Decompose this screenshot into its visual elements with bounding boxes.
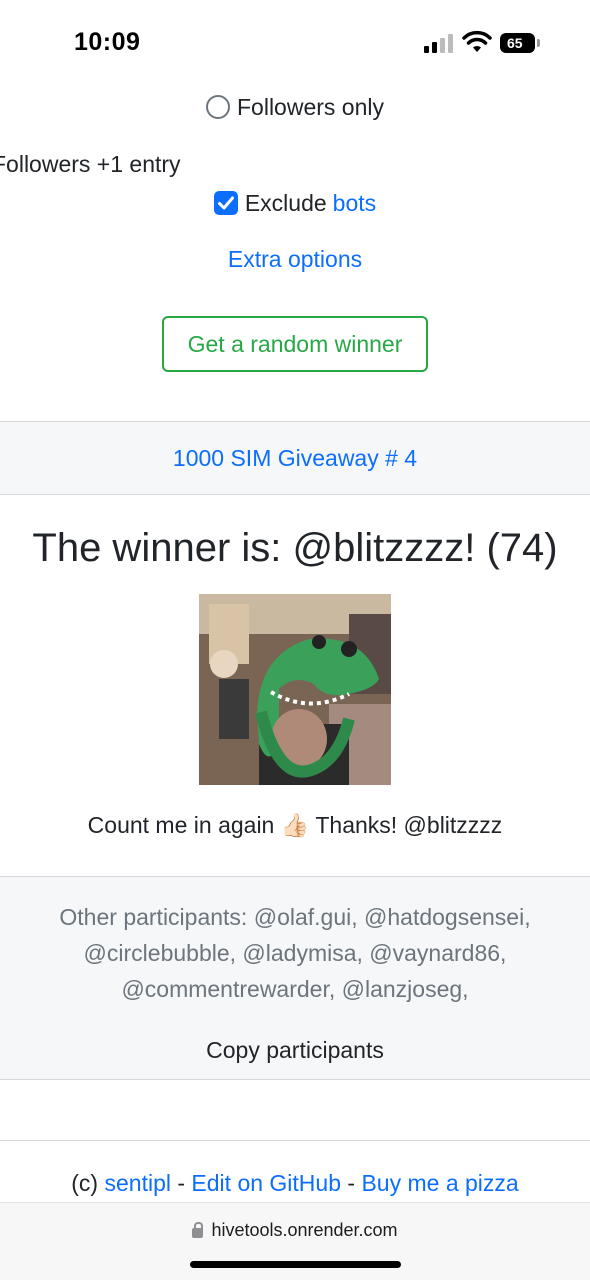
url-text: hivetools.onrender.com xyxy=(211,1220,398,1240)
footer: (c) sentipl - Edit on GitHub - Buy me a … xyxy=(0,1170,590,1197)
giveaway-header: 1000 SIM Giveaway # 4 xyxy=(0,421,590,495)
winner-comment: Count me in again 👍🏻 Thanks! @blitzzzz xyxy=(87,812,503,838)
winner-avatar xyxy=(199,594,391,785)
followers-entry-option[interactable]: Followers +1 entry xyxy=(0,151,181,178)
exclude-label: Exclude xyxy=(244,189,327,216)
followers-only-option[interactable]: Followers only xyxy=(0,90,590,124)
followers-only-label: Followers only xyxy=(237,93,384,120)
copyright-prefix: (c) xyxy=(71,1170,99,1196)
lock-icon xyxy=(192,1221,204,1238)
buy-pizza-link[interactable]: Buy me a pizza xyxy=(361,1170,518,1196)
radio-button[interactable] xyxy=(206,95,230,119)
battery-icon: 65 xyxy=(500,33,540,53)
footer-separator: - xyxy=(347,1170,356,1196)
home-indicator[interactable] xyxy=(190,1261,401,1268)
divider xyxy=(0,1140,590,1141)
extra-options-link[interactable]: Extra options xyxy=(0,246,590,273)
winner-heading: The winner is: @blitzzzz! (74) xyxy=(32,526,558,570)
participants-section: Other participants: @olaf.gui, @hatdogse… xyxy=(0,876,590,1022)
giveaway-title-link[interactable]: 1000 SIM Giveaway # 4 xyxy=(173,445,417,472)
bots-link[interactable]: bots xyxy=(333,190,376,217)
exclude-bots-option[interactable]: Exclude bots xyxy=(0,186,590,220)
get-random-winner-button[interactable]: Get a random winner xyxy=(162,316,428,372)
url-field[interactable]: hivetools.onrender.com xyxy=(0,1220,590,1241)
status-time: 10:09 xyxy=(74,28,141,56)
copy-participants-button[interactable]: Copy participants xyxy=(0,1022,590,1080)
browser-address-bar xyxy=(0,1202,590,1280)
edit-on-github-link[interactable]: Edit on GitHub xyxy=(191,1170,341,1196)
footer-separator: - xyxy=(177,1170,186,1196)
battery-level: 65 xyxy=(500,33,535,53)
wifi-icon xyxy=(462,30,492,54)
author-link[interactable]: sentipl xyxy=(104,1170,170,1196)
exclude-bots-checkbox[interactable] xyxy=(213,191,238,215)
checkmark-icon xyxy=(217,196,234,210)
other-participants-text: Other participants: @olaf.gui, @hatdogse… xyxy=(59,904,531,1002)
cellular-signal-icon xyxy=(424,33,454,53)
